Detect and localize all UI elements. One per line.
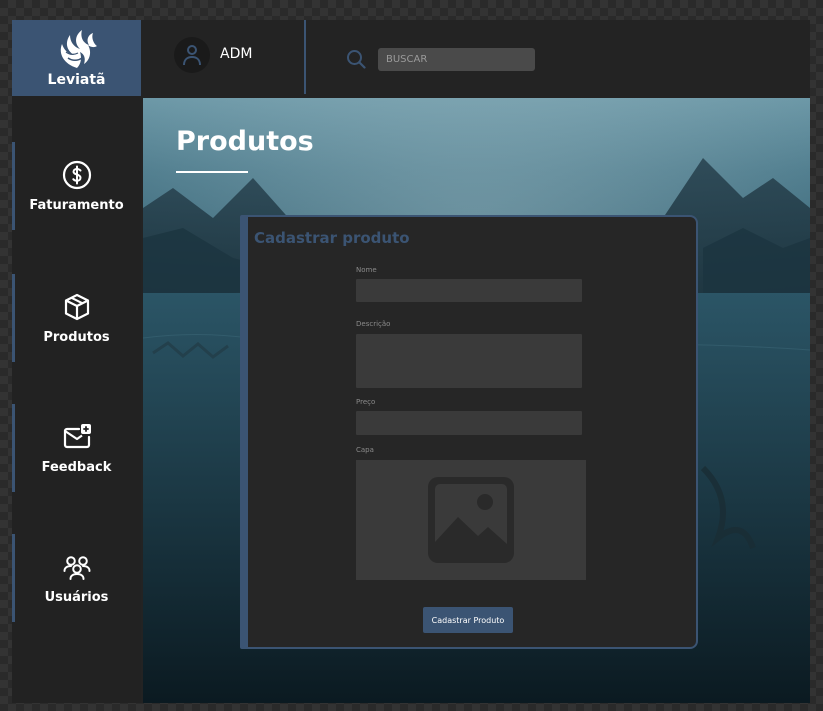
leviathan-logo-icon: [60, 30, 97, 68]
description-label: Descrição: [356, 320, 391, 328]
name-field[interactable]: [356, 279, 582, 302]
dollar-circle-icon: [62, 160, 91, 189]
header-divider: [304, 20, 306, 94]
name-label: Nome: [356, 266, 377, 274]
sidebar-item-indicator: [12, 274, 15, 362]
user-icon: [183, 45, 201, 66]
image-placeholder-icon: [428, 477, 514, 563]
sidebar: Faturamento Produtos Feedback Usuários: [12, 96, 141, 703]
box-icon: [64, 293, 89, 320]
sidebar-item-usuarios[interactable]: Usuários: [12, 534, 141, 622]
brand-name: Leviatã: [47, 72, 106, 88]
sidebar-item-faturamento[interactable]: Faturamento: [12, 142, 141, 230]
sidebar-item-label: Usuários: [44, 589, 109, 605]
brand-logo[interactable]: Leviatã: [12, 20, 141, 96]
user-name: ADM: [220, 46, 253, 62]
users-icon: [63, 555, 90, 580]
header: ADM: [141, 20, 810, 96]
sidebar-item-indicator: [12, 534, 15, 622]
price-label: Preço: [356, 398, 376, 406]
sidebar-item-indicator: [12, 404, 15, 492]
product-form-card: Cadastrar produto Nome Descrição Preço C…: [240, 215, 698, 649]
mail-plus-icon: [63, 423, 91, 448]
cover-image-upload[interactable]: [356, 460, 586, 580]
sidebar-item-label: Feedback: [41, 459, 112, 475]
main-content: Produtos Cadastrar produto Nome Descriçã…: [143, 98, 810, 703]
cover-label: Capa: [356, 446, 374, 454]
sidebar-item-indicator: [12, 142, 15, 230]
page-title: Produtos: [176, 126, 314, 157]
title-underline: [176, 171, 248, 173]
price-field[interactable]: [356, 411, 582, 435]
sidebar-item-label: Produtos: [43, 329, 110, 345]
search-input[interactable]: [378, 48, 535, 71]
sidebar-item-produtos[interactable]: Produtos: [12, 274, 141, 362]
app-window: Leviatã Faturamento Produtos Feedback Us…: [12, 20, 810, 703]
form-title: Cadastrar produto: [254, 229, 410, 247]
submit-product-button[interactable]: Cadastrar Produto: [423, 607, 513, 633]
avatar[interactable]: [174, 37, 210, 73]
search-icon[interactable]: [346, 49, 366, 69]
sidebar-item-feedback[interactable]: Feedback: [12, 404, 141, 492]
sidebar-item-label: Faturamento: [29, 197, 124, 213]
description-field[interactable]: [356, 334, 582, 388]
